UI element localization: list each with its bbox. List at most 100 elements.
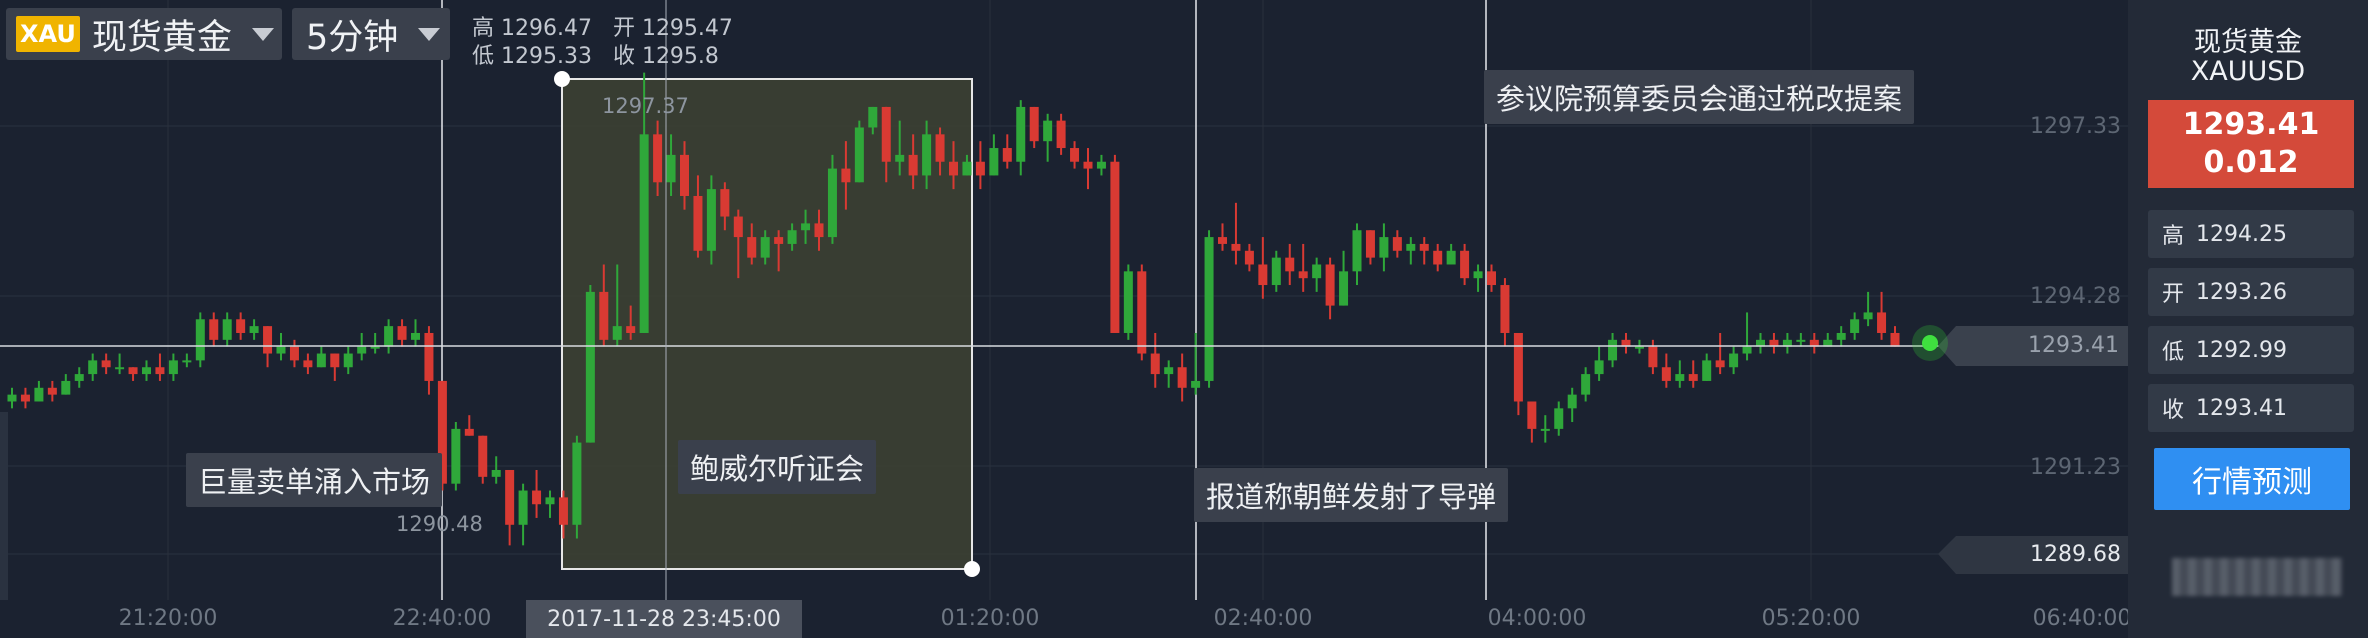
open-label: 开	[2162, 282, 2185, 307]
event-label-powell[interactable]: 鲍威尔听证会	[678, 440, 877, 494]
candle	[1029, 106, 1039, 142]
candle	[1688, 374, 1698, 381]
candle	[384, 326, 394, 347]
selection-handle-bottom[interactable]	[964, 561, 980, 577]
candle	[1191, 380, 1201, 388]
candle	[1433, 250, 1443, 265]
x-tick-label: 21:20:00	[118, 606, 218, 631]
event-label-missile[interactable]: 报道称朝鲜发射了导弹	[1194, 468, 1509, 522]
candle	[1540, 428, 1550, 431]
candle	[1594, 360, 1604, 375]
candle	[1231, 243, 1241, 251]
candle	[1056, 120, 1066, 149]
candle	[330, 353, 340, 368]
crosshair-time-label: 2017-11-28 23:45:00	[526, 600, 802, 638]
candle	[1392, 237, 1402, 251]
y-tick-label: 1294.28	[2030, 284, 2121, 309]
x-tick-label: 02:40:00	[1213, 606, 1313, 631]
event-label-sell-flood[interactable]: 巨量卖单涌入市场	[186, 453, 443, 507]
candle	[1204, 237, 1214, 381]
candle	[653, 134, 663, 183]
candle	[451, 428, 461, 484]
candle	[276, 346, 286, 354]
candle	[680, 154, 689, 196]
candle	[316, 353, 326, 368]
candle	[1850, 319, 1860, 333]
candle	[195, 319, 205, 361]
candle	[1715, 360, 1725, 368]
candle	[1298, 271, 1308, 279]
candle	[182, 360, 192, 363]
high-value: 1294.25	[2196, 221, 2287, 247]
price-change: 0.012	[2203, 145, 2299, 180]
low-label: 低	[2162, 340, 2185, 365]
candle	[868, 106, 878, 128]
candle	[1002, 148, 1012, 162]
candle	[1890, 332, 1900, 347]
candle	[733, 216, 743, 238]
candle	[1096, 161, 1106, 169]
candle	[424, 332, 434, 381]
candle	[666, 154, 676, 183]
candle	[1500, 285, 1510, 333]
candle	[1460, 250, 1470, 279]
candle	[801, 223, 811, 231]
candle	[1244, 250, 1254, 265]
candle	[639, 134, 649, 333]
low-value: 1292.99	[2196, 337, 2287, 363]
selection-handle-top[interactable]	[554, 71, 570, 87]
candle	[1419, 243, 1429, 251]
marked-low-value: 1290.48	[396, 512, 483, 536]
selection-low-price-label: 1289.68	[2030, 542, 2121, 567]
candle	[962, 161, 972, 176]
candle	[545, 497, 555, 505]
candle	[693, 195, 703, 251]
candle	[1608, 339, 1618, 361]
event-label-senate[interactable]: 参议院预算委员会通过税改提案	[1484, 70, 1915, 124]
symbol-selector[interactable]: XAU 现货黄金	[6, 8, 282, 60]
forecast-button[interactable]: 行情预测	[2154, 448, 2350, 510]
y-tick-label: 1291.23	[2030, 455, 2121, 480]
selection-box[interactable]	[561, 78, 973, 570]
candle	[74, 374, 84, 381]
candle	[505, 469, 515, 525]
timeframe-selector[interactable]: 5分钟	[292, 8, 450, 60]
x-tick-label: 22:40:00	[392, 606, 492, 631]
x-tick-label: 06:40:00	[2032, 606, 2132, 631]
candle	[1325, 264, 1335, 306]
candle	[1285, 257, 1295, 272]
candle	[1527, 401, 1537, 429]
candle	[827, 168, 837, 238]
close-box: 收 1293.41	[2148, 384, 2354, 432]
x-tick-label: 01:20:00	[940, 606, 1040, 631]
candle	[1218, 237, 1227, 244]
candle	[289, 346, 299, 361]
sidebar-code: XAUUSD	[2190, 56, 2306, 87]
quote-sidebar: 现货黄金 XAUUSD 1293.41 0.012 高 1294.25 开 12…	[2128, 0, 2368, 638]
candle	[1487, 271, 1496, 286]
candle	[612, 326, 622, 340]
candle	[343, 353, 353, 368]
candle	[1150, 353, 1160, 375]
candle	[1110, 161, 1120, 333]
candle	[1123, 271, 1133, 333]
candle	[949, 161, 958, 176]
candle	[1742, 346, 1752, 354]
candle	[1634, 346, 1644, 349]
candle	[760, 237, 770, 258]
candle	[518, 490, 528, 525]
candle	[1137, 271, 1147, 354]
open-box: 开 1293.26	[2148, 268, 2354, 316]
candle	[1070, 148, 1080, 162]
timeframe-label: 5分钟	[306, 17, 399, 58]
candle	[168, 360, 178, 375]
candle	[209, 319, 219, 340]
high-label: 高	[2162, 224, 2185, 249]
candle	[357, 346, 367, 354]
candle	[491, 469, 501, 477]
high-box: 高 1294.25	[2148, 210, 2354, 258]
candle	[464, 428, 474, 436]
candle	[1177, 367, 1187, 388]
candle	[263, 326, 273, 354]
low-box: 低 1292.99	[2148, 326, 2354, 374]
